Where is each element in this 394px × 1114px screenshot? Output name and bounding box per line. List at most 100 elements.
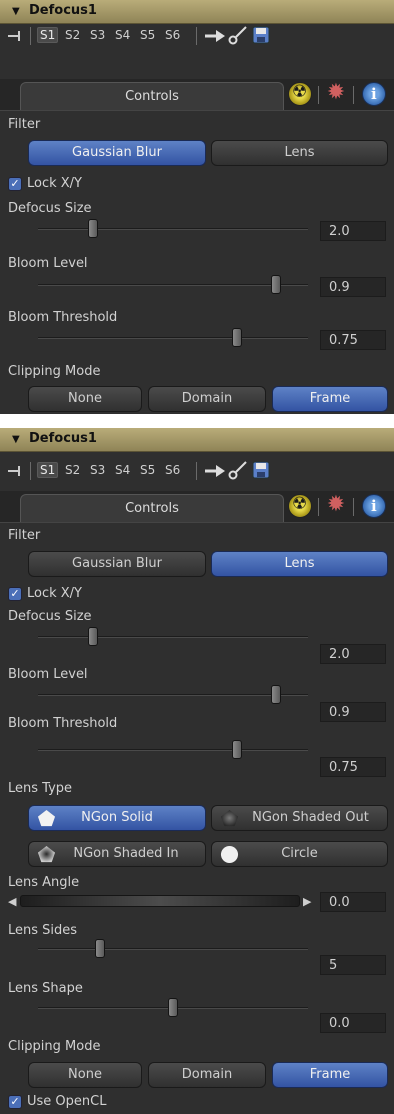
bloom-level-label: Bloom Level [8, 256, 88, 271]
toolbar-separator [30, 27, 31, 45]
defocus-size-slider-track[interactable] [38, 636, 308, 638]
bloom-level-slider-track[interactable] [38, 284, 308, 286]
lens-ngon-shaded-in-button[interactable]: NGon Shaded In [28, 841, 206, 867]
lens-ngon-solid-button[interactable]: NGon Solid [28, 805, 206, 831]
defocus-panel-compact: ▼ Defocus1 S1 S2 S3 S4 S5 S6 Controls ✹ … [0, 0, 394, 414]
clipping-mode-label: Clipping Mode [8, 364, 101, 379]
pentagon-shaded-out-icon [220, 809, 239, 827]
defocus-size-slider-track[interactable] [38, 228, 308, 230]
bloom-threshold-label: Bloom Threshold [8, 716, 118, 731]
slot-s4[interactable]: S4 [115, 28, 130, 42]
filter-lens-button[interactable]: Lens [211, 140, 388, 166]
clipping-domain-button[interactable]: Domain [148, 1062, 266, 1088]
save-icon[interactable] [252, 461, 270, 479]
save-icon[interactable] [252, 26, 270, 44]
defocus-size-slider-handle[interactable] [88, 627, 98, 646]
node-title: Defocus1 [29, 431, 97, 446]
collapse-triangle-icon[interactable]: ▼ [12, 434, 20, 445]
slot-s1[interactable]: S1 [37, 462, 59, 478]
slot-s5[interactable]: S5 [140, 28, 155, 42]
lens-shape-slider-handle[interactable] [168, 998, 178, 1017]
lens-circle-label: Circle [281, 846, 318, 861]
tab-separator [353, 86, 354, 104]
lens-ngon-shaded-out-button[interactable]: NGon Shaded Out [211, 805, 388, 831]
link-icon[interactable] [228, 25, 248, 45]
arrow-right-icon[interactable] [204, 29, 226, 43]
info-icon[interactable] [362, 82, 386, 106]
node-title-bar[interactable]: ▼ Defocus1 [0, 0, 394, 24]
slot-s4[interactable]: S4 [115, 463, 130, 477]
defocus-size-slider-handle[interactable] [88, 219, 98, 238]
slot-s3[interactable]: S3 [90, 28, 105, 42]
lens-angle-label: Lens Angle [8, 875, 80, 890]
bloom-threshold-slider-handle[interactable] [232, 328, 242, 347]
arrow-right-icon[interactable]: ▶ [303, 895, 311, 908]
lens-ngon-shaded-out-label: NGon Shaded Out [252, 810, 369, 825]
bloom-level-slider-handle[interactable] [271, 275, 281, 294]
lens-ngon-shaded-in-label: NGon Shaded In [73, 846, 179, 861]
slot-s3[interactable]: S3 [90, 463, 105, 477]
slot-s6[interactable]: S6 [165, 463, 180, 477]
bloom-level-slider-track[interactable] [38, 694, 308, 696]
bloom-level-value[interactable]: 0.9 [320, 277, 386, 297]
slot-s2[interactable]: S2 [65, 28, 80, 42]
tab-controls[interactable]: Controls [20, 82, 284, 110]
clipping-frame-button[interactable]: Frame [272, 386, 388, 412]
bloom-level-value[interactable]: 0.9 [320, 702, 386, 722]
node-title-bar[interactable]: ▼ Defocus1 [0, 428, 394, 452]
node-title: Defocus1 [29, 3, 97, 18]
lock-xy-checkbox[interactable]: ✓ [8, 587, 22, 601]
arrow-left-icon[interactable]: ◀ [8, 895, 16, 908]
collapse-triangle-icon[interactable]: ▼ [12, 6, 20, 17]
pin-icon[interactable] [7, 29, 25, 43]
lens-ngon-solid-label: NGon Solid [81, 810, 153, 825]
bloom-threshold-slider-handle[interactable] [232, 740, 242, 759]
bloom-threshold-value[interactable]: 0.75 [320, 330, 386, 350]
lens-sides-slider-handle[interactable] [95, 939, 105, 958]
info-icon[interactable] [362, 494, 386, 518]
slot-s2[interactable]: S2 [65, 463, 80, 477]
lens-circle-button[interactable]: Circle [211, 841, 388, 867]
slot-s5[interactable]: S5 [140, 463, 155, 477]
tab-controls[interactable]: Controls [20, 494, 284, 522]
lens-shape-value[interactable]: 0.0 [320, 1013, 386, 1033]
clipping-none-button[interactable]: None [28, 1062, 142, 1088]
defocus-size-value[interactable]: 2.0 [320, 221, 386, 241]
filter-lens-button[interactable]: Lens [211, 551, 388, 577]
lock-xy-checkbox[interactable]: ✓ [8, 177, 22, 191]
defocus-size-value[interactable]: 2.0 [320, 644, 386, 664]
use-opencl-checkbox[interactable]: ✓ [8, 1095, 22, 1109]
slot-s1[interactable]: S1 [37, 27, 59, 43]
clipping-mode-label: Clipping Mode [8, 1039, 101, 1054]
circle-icon [220, 845, 239, 864]
radiation-icon[interactable] [288, 82, 312, 106]
lens-angle-value[interactable]: 0.0 [320, 892, 386, 912]
pin-icon[interactable] [7, 464, 25, 478]
clipping-none-button[interactable]: None [28, 386, 142, 412]
toolbar-separator [196, 27, 197, 45]
bloom-threshold-value[interactable]: 0.75 [320, 757, 386, 777]
tab-separator [353, 498, 354, 516]
filter-gaussian-blur-button[interactable]: Gaussian Blur [28, 551, 206, 577]
lens-angle-thumbwheel[interactable] [20, 895, 300, 907]
use-opencl-label: Use OpenCL [27, 1094, 107, 1109]
bloom-threshold-slider-track[interactable] [38, 337, 308, 339]
lens-sides-value[interactable]: 5 [320, 955, 386, 975]
defocus-size-label: Defocus Size [8, 609, 92, 624]
gear-icon[interactable]: ✹ [324, 82, 348, 106]
tab-separator [318, 86, 319, 104]
gear-icon[interactable]: ✹ [324, 494, 348, 518]
bloom-threshold-slider-track[interactable] [38, 749, 308, 751]
lens-sides-slider-track[interactable] [38, 948, 308, 950]
bloom-level-slider-handle[interactable] [271, 685, 281, 704]
clipping-frame-button[interactable]: Frame [272, 1062, 388, 1088]
toolbar-separator [196, 462, 197, 480]
lens-sides-label: Lens Sides [8, 923, 78, 938]
arrow-right-icon[interactable] [204, 464, 226, 478]
divider [0, 522, 394, 523]
slot-s6[interactable]: S6 [165, 28, 180, 42]
filter-gaussian-blur-button[interactable]: Gaussian Blur [28, 140, 206, 166]
link-icon[interactable] [228, 460, 248, 480]
clipping-domain-button[interactable]: Domain [148, 386, 266, 412]
radiation-icon[interactable] [288, 494, 312, 518]
